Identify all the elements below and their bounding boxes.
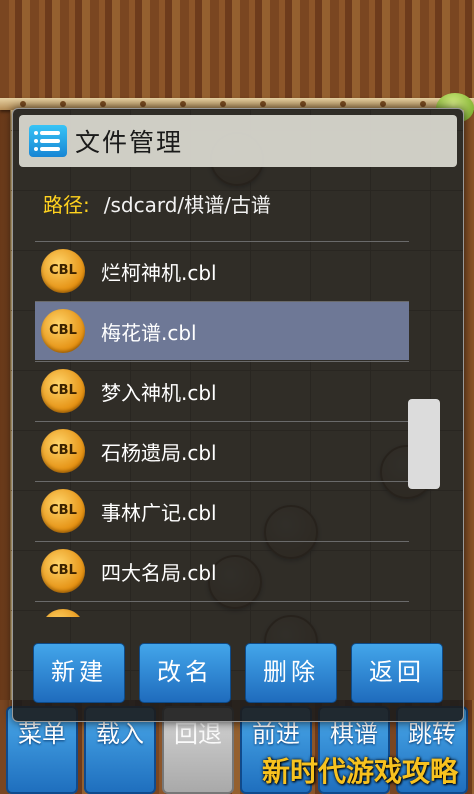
path-row: 路径: /sdcard/棋谱/古谱 [43,189,271,218]
file-item[interactable]: CBL 烂柯神机.cbl [35,241,409,300]
dialog-title: 文件管理 [75,128,184,157]
file-name: 梅花谱.cbl [101,321,197,345]
file-item-partial[interactable] [35,601,409,617]
cbl-file-icon: CBL [41,549,85,593]
file-name: 事林广记.cbl [101,501,217,525]
file-manager-dialog: 文件管理 路径: /sdcard/棋谱/古谱 CBL 烂柯神机.cbl CBL 梅… [12,108,464,722]
list-menu-icon [29,125,67,157]
watermark: 新时代游戏攻略 [262,755,459,788]
path-value: /sdcard/棋谱/古谱 [103,193,271,217]
back-button[interactable]: 返回 [351,643,443,703]
rename-button[interactable]: 改名 [139,643,231,703]
cbl-file-icon: CBL [41,249,85,293]
dialog-header: 文件管理 [19,115,457,167]
file-name: 四大名局.cbl [101,561,217,585]
file-name: 梦入神机.cbl [101,381,217,405]
cbl-file-icon: CBL [41,489,85,533]
wood-frame-top [0,0,474,100]
file-item[interactable]: CBL 事林广记.cbl [35,481,409,540]
file-item-selected[interactable]: CBL 梅花谱.cbl [35,301,409,360]
scrollbar-thumb[interactable] [408,399,440,489]
cbl-file-icon: CBL [41,369,85,413]
cbl-file-icon: CBL [41,429,85,473]
dialog-button-row: 新建 改名 删除 返回 [33,643,447,705]
path-label: 路径: [43,193,90,217]
cbl-file-icon [41,609,85,617]
file-item[interactable]: CBL 梦入神机.cbl [35,361,409,420]
file-item[interactable]: CBL 石杨遗局.cbl [35,421,409,480]
cbl-file-icon: CBL [41,309,85,353]
delete-button[interactable]: 删除 [245,643,337,703]
file-list: CBL 烂柯神机.cbl CBL 梅花谱.cbl CBL 梦入神机.cbl CB… [35,241,409,617]
file-name: 石杨遗局.cbl [101,441,217,465]
file-item[interactable]: CBL 四大名局.cbl [35,541,409,600]
file-name: 烂柯神机.cbl [101,261,217,285]
new-button[interactable]: 新建 [33,643,125,703]
